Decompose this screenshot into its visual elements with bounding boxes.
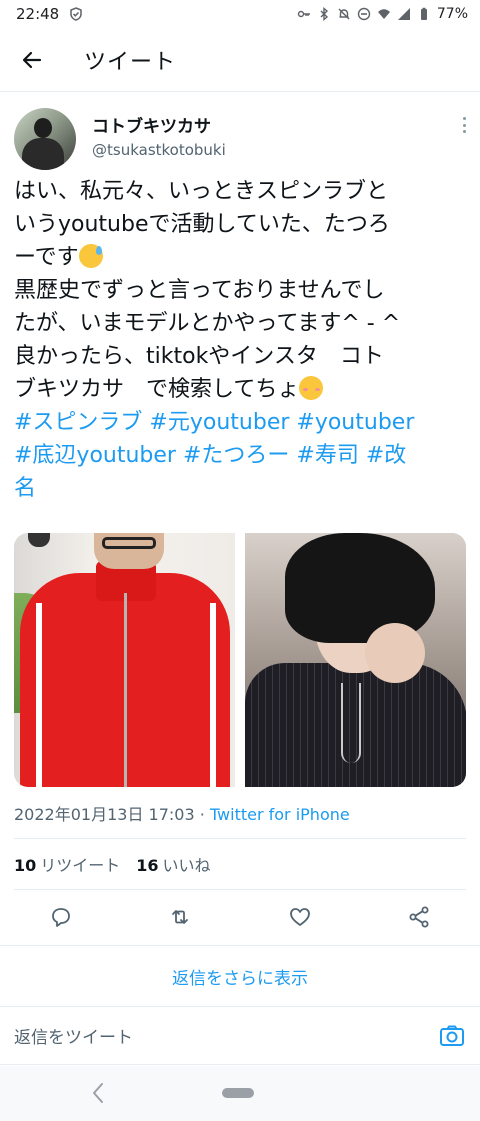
page-title: ツイート (84, 49, 177, 75)
comment-icon[interactable] (48, 904, 74, 930)
retweet-label: リツイート (40, 856, 121, 875)
avatar[interactable] (14, 108, 76, 170)
arrow-left-icon[interactable] (4, 28, 60, 92)
retweet-count: 10 (14, 856, 37, 875)
author-name[interactable]: コトブキツカサ (92, 112, 211, 137)
share-icon[interactable] (406, 904, 432, 930)
status-bar: 22:48 77% (0, 0, 480, 28)
reply-composer: 返信をツイート (0, 1007, 480, 1065)
sweat-smile-emoji-icon (78, 244, 103, 268)
divider (14, 838, 466, 839)
hashtag-line[interactable]: #スピンラブ #元youtuber #youtuber (14, 406, 470, 439)
tweet-text-line: 良かったら、tiktokやインスタ コト (14, 344, 384, 369)
tweet-photo-portrait[interactable] (245, 533, 466, 787)
do-not-disturb-icon (357, 7, 371, 21)
more-vertical-icon[interactable] (458, 114, 470, 136)
chevron-left-icon[interactable] (88, 1080, 108, 1106)
like-label: いいね (162, 856, 211, 875)
shield-check-icon (69, 7, 83, 21)
author-handle[interactable]: @tsukastkotobuki (92, 141, 226, 159)
tweet-timestamp: 2022年01月13日 17:03 · Twitter for iPhone (14, 801, 350, 825)
app-header: ツイート (0, 28, 480, 92)
bell-off-icon (337, 7, 351, 21)
hashtag-line[interactable]: 名 (14, 472, 470, 505)
reply-input[interactable]: 返信をツイート (14, 1023, 133, 1048)
timestamp-text: 2022年01月13日 17:03 · (14, 805, 210, 824)
tweet-author: コトブキツカサ @tsukastkotobuki (14, 108, 470, 172)
bluetooth-icon (317, 7, 331, 21)
tweet-text-line: ーです (14, 241, 470, 274)
tweet-text-line: はい、私元々、いっときスピンラブと (14, 179, 389, 204)
tweet-text-line: ブキツカサ で検索してちょ (14, 373, 470, 406)
battery-icon (417, 7, 431, 21)
tweet-photo-red-jacket[interactable] (14, 533, 235, 787)
blush-emoji-icon (299, 376, 324, 400)
tweet-text: はい、私元々、いっときスピンラブと いうyoutubeで活動していた、たつろ ー… (14, 175, 470, 505)
tweet-media (14, 533, 466, 787)
retweet-icon[interactable] (167, 904, 193, 930)
battery-level: 77% (436, 6, 468, 22)
show-more-replies-button[interactable]: 返信をさらに表示 (0, 945, 480, 1007)
tweet-source-link[interactable]: Twitter for iPhone (210, 805, 350, 824)
tweet-stats: 10 リツイート 16 いいね (14, 852, 211, 876)
heart-icon[interactable] (287, 904, 313, 930)
hashtag-line[interactable]: #底辺youtuber #たつろー #寿司 #改 (14, 439, 470, 472)
system-nav-bar (0, 1066, 480, 1121)
tweet-text-line: いうyoutubeで活動していた、たつろ (14, 212, 390, 237)
retweet-stat[interactable]: 10 リツイート (14, 852, 120, 876)
signal-icon (397, 7, 411, 21)
like-stat[interactable]: 16 いいね (136, 852, 210, 876)
divider (14, 889, 466, 890)
tweet-text-line: たが、いまモデルとかやってます^ - ^ (14, 311, 401, 336)
camera-icon[interactable] (438, 1022, 466, 1050)
home-pill[interactable] (222, 1088, 254, 1098)
key-icon (297, 7, 311, 21)
like-count: 16 (136, 856, 159, 875)
status-time: 22:48 (16, 5, 60, 23)
tweet-actions (14, 896, 466, 938)
tweet-text-line: 黒歴史でずっと言っておりませんでし (14, 278, 385, 303)
wifi-icon (377, 7, 391, 21)
